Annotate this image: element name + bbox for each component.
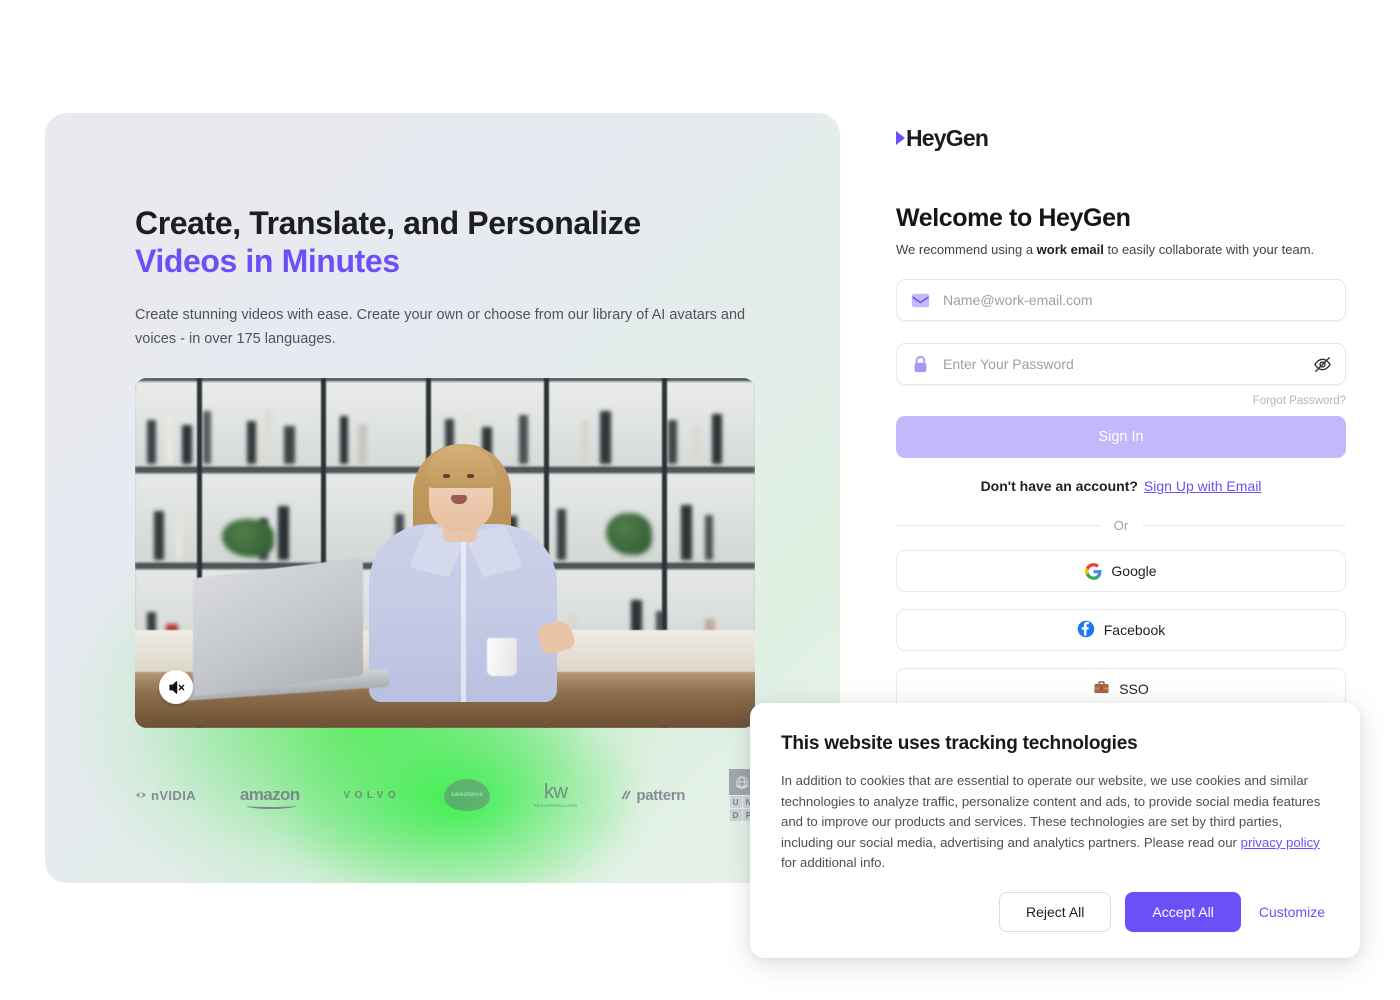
google-label: Google [1111,563,1157,579]
video-frame [135,378,755,729]
facebook-icon [1077,620,1095,641]
nvidia-eye-icon [136,792,146,798]
privacy-policy-link[interactable]: privacy policy [1241,835,1320,850]
recommend-post: to easily collaborate with your team. [1103,242,1315,257]
pattern-mark-icon [622,791,631,800]
google-icon [1085,562,1102,580]
salesforce-cloud-icon: salesforce [444,779,491,812]
divider-line-left [896,525,1100,526]
hero-title: Create, Translate, and Personalize Video… [135,205,750,281]
email-field[interactable] [896,279,1346,321]
hero-video[interactable] [135,378,755,729]
cookie-banner-title: This website uses tracking technologies [781,733,1138,754]
email-input[interactable] [943,292,1345,308]
envelope-icon [897,293,943,308]
undp-letter: D [729,809,742,822]
cookie-body-pre: In addition to cookies that are essentia… [781,773,1321,850]
cookie-body-post: for additional info. [781,855,886,871]
or-divider: Or [896,518,1347,533]
logo-volvo-label: VOLVO [343,789,401,801]
heygen-play-mark-icon [896,131,905,145]
laptop [193,557,363,697]
facebook-signin-button[interactable]: Facebook [896,609,1346,651]
page-title: Welcome to HeyGen [896,204,1131,232]
cookie-consent-banner: This website uses tracking technologies … [750,703,1360,958]
eye-off-icon[interactable] [1299,355,1345,374]
or-label: Or [1113,518,1129,533]
no-account-text: Don't have an account? [980,478,1138,494]
signup-prompt: Don't have an account? Sign Up with Email [896,478,1346,494]
customize-button[interactable]: Customize [1255,893,1329,931]
divider-line-right [1142,525,1347,526]
hero-panel: Create, Translate, and Personalize Video… [45,113,840,883]
sign-up-with-email-link[interactable]: Sign Up with Email [1144,478,1262,494]
amazon-smile-icon [245,802,296,810]
password-field[interactable] [896,343,1346,385]
cookie-banner-body: In addition to cookies that are essentia… [781,771,1329,874]
recommend-pre: We recommend using a [896,242,1037,257]
logo-amazon: amazon [240,785,300,810]
customer-logos: nVIDIA amazon VOLVO salesforce kw KELLER… [135,766,755,824]
heygen-wordmark: HeyGen [906,124,989,151]
logo-kw-sublabel: KELLERWILLIAMS [533,803,578,809]
accept-all-button[interactable]: Accept All [1125,892,1241,932]
logo-salesforce-label: salesforce [451,792,483,799]
hero-title-line-2: Videos in Minutes [135,242,400,279]
sso-label: SSO [1119,681,1149,697]
logo-volvo: VOLVO [343,790,400,801]
logo-keller-williams: kw KELLERWILLIAMS [534,782,578,809]
hero-subtitle: Create stunning videos with ease. Create… [135,306,746,348]
cookie-banner-actions: Reject All Accept All Customize [999,892,1329,932]
reject-all-button[interactable]: Reject All [999,892,1112,932]
logo-nvidia-label: nVIDIA [151,787,197,803]
avatar-presenter [363,434,577,703]
logo-kw-label: kw [543,781,568,804]
recommend-bold: work email [1036,242,1104,257]
lock-icon [897,355,943,374]
undp-letter: U [729,796,742,809]
page-root: Create, Translate, and Personalize Video… [0,0,1400,1000]
google-signin-button[interactable]: Google [896,550,1346,592]
logo-nvidia: nVIDIA [135,788,196,803]
facebook-label: Facebook [1103,622,1166,638]
password-input[interactable] [943,356,1299,372]
recommendation-text: We recommend using a work email to easil… [896,242,1346,257]
logo-salesforce: salesforce [444,779,491,812]
avatar-eye-left [443,474,450,479]
coffee-mug [487,638,517,677]
avatar-eye-right [467,474,474,479]
sign-in-button[interactable]: Sign In [896,416,1346,458]
briefcase-icon [1093,679,1110,699]
login-panel: HeyGen Welcome to HeyGen We recommend us… [896,120,1347,710]
logo-pattern-label: pattern [636,786,686,804]
avatar-shirt [369,524,557,703]
logo-pattern: pattern [621,787,685,804]
avatar-shirt-placket [461,540,466,703]
heygen-logo: HeyGen [896,120,1346,156]
forgot-password-link[interactable]: Forgot Password? [896,395,1346,407]
hero-title-line-1: Create, Translate, and Personalize [135,205,641,241]
